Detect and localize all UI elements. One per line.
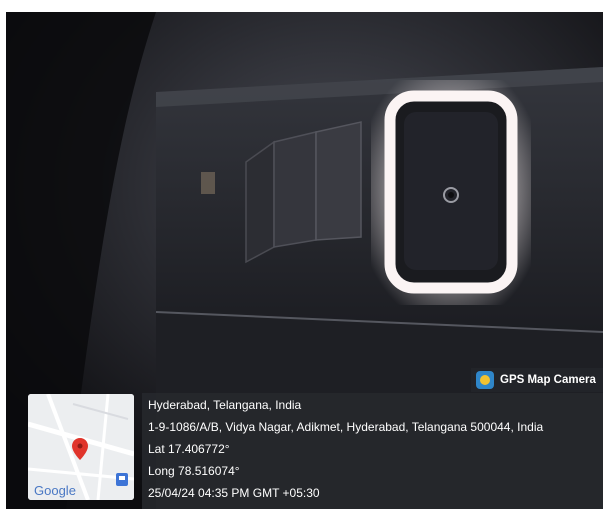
google-logo: Google [34,483,76,498]
transit-icon [116,473,128,486]
badge-label: GPS Map Camera [500,374,596,386]
gps-camera-icon [476,371,494,389]
switch-right [315,121,362,241]
location-info-panel: Hyderabad, Telangana, India 1-9-1086/A/B… [142,393,603,509]
switch-middle [273,131,317,248]
city-line: Hyderabad, Telangana, India [148,398,302,412]
socket-face [404,112,498,270]
gps-map-camera-badge: GPS Map Camera [471,368,603,392]
longitude-line: Long 78.516074° [148,464,240,478]
switch-left [245,140,275,264]
address-line: 1-9-1086/A/B, Vidya Nagar, Adikmet, Hyde… [148,420,544,434]
location-minimap: Google [28,394,134,500]
latitude-line: Lat 17.406772° [148,442,230,456]
timestamp-line: 25/04/24 04:35 PM GMT +05:30 [148,486,320,500]
photo-frame: GPS Map Camera Google Hyderabad, Telanga… [6,12,603,509]
side-clip [201,172,215,194]
